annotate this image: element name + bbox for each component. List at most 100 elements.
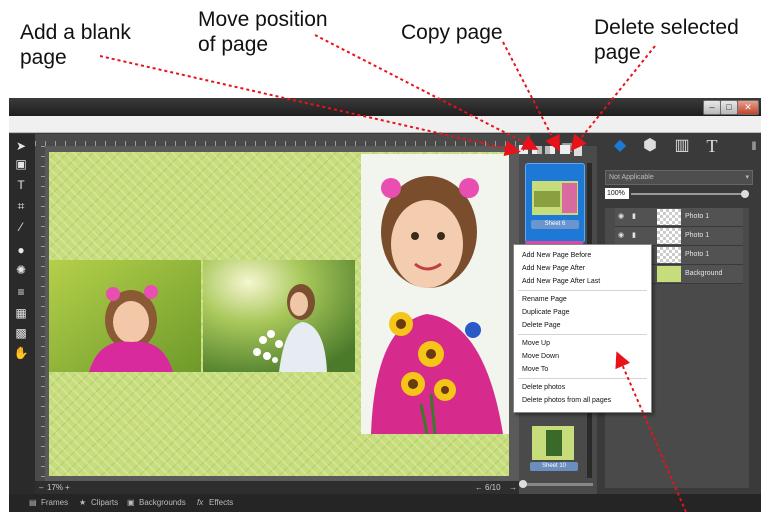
callout-delete-selected: Delete selected page — [594, 15, 739, 65]
person-tool-icon[interactable]: ● — [13, 242, 29, 258]
photo-girl-flowers[interactable] — [203, 260, 355, 372]
maximize-button[interactable]: □ — [720, 100, 738, 115]
layer-thumb — [657, 209, 681, 225]
menu-item-add-page-after[interactable]: Add New Page After — [522, 263, 585, 274]
menu-item-delete-photos-all-pages[interactable]: Delete photos from all pages — [522, 395, 611, 406]
callout-move-position-line2: of page — [198, 33, 269, 56]
add-blank-page-icon[interactable]: + — [519, 145, 528, 154]
brush-tool-icon[interactable]: ⁄ — [13, 219, 29, 235]
menu-separator — [518, 290, 647, 291]
layout-tool-icon[interactable]: ▦ — [13, 305, 29, 321]
callout-delete-selected-line1: Delete selected — [594, 16, 739, 39]
thumb-photo-mini — [562, 183, 577, 213]
crop-tool-icon[interactable]: ⌗ — [13, 198, 29, 214]
frames-icon: ▤ — [29, 498, 37, 507]
page-spread[interactable] — [49, 152, 509, 476]
page-thumb-label: Sheet 6 — [531, 220, 579, 229]
copy-page-icon[interactable] — [560, 145, 570, 154]
layer-row[interactable]: ◉ ▮ Photo 1 — [615, 208, 743, 227]
callout-add-blank-page: Add a blank page — [20, 20, 131, 70]
menu-bar — [9, 116, 761, 133]
text-tool-icon[interactable]: T — [13, 177, 29, 193]
blend-mode-value: Not Applicable — [609, 174, 654, 181]
callout-add-blank-page-line1: Add a blank — [20, 21, 131, 44]
canvas-area[interactable] — [45, 146, 524, 481]
menu-item-delete-photos[interactable]: Delete photos — [522, 382, 565, 393]
menu-item-duplicate-page[interactable]: Duplicate Page — [522, 307, 569, 318]
text-panel-icon[interactable]: T — [703, 137, 721, 155]
status-bar: ▤ Frames ★ Cliparts ▣ Backgrounds fx Eff… — [9, 494, 761, 512]
page-thumb[interactable]: Sheet 10 — [525, 416, 583, 474]
eye-icon[interactable]: ◉ — [618, 227, 624, 245]
blend-mode-dropdown[interactable]: Not Applicable ▾ — [605, 170, 753, 185]
hand-tool-icon[interactable]: ✋ — [13, 345, 29, 361]
zoom-minus-button[interactable]: – — [39, 481, 43, 494]
prev-page-arrow-icon[interactable]: ← — [475, 481, 483, 494]
ruler-vertical — [35, 146, 45, 486]
menu-separator — [518, 334, 647, 335]
star-icon: ★ — [79, 498, 87, 507]
lock-icon[interactable]: ▮ — [632, 227, 636, 245]
menu-item-move-up[interactable]: Move Up — [522, 338, 550, 349]
tab-effects[interactable]: Effects — [209, 494, 233, 512]
callout-add-blank-page-line2: page — [20, 46, 67, 69]
tab-frames[interactable]: Frames — [41, 494, 68, 512]
layer-name: Photo 1 — [685, 251, 710, 258]
minimize-button[interactable]: – — [703, 100, 721, 115]
page-thumb-image — [532, 426, 574, 460]
page-toolbar: + — [519, 143, 589, 156]
frame-tool-icon[interactable]: ▣ — [13, 156, 29, 172]
menu-item-move-down[interactable]: Move Down — [522, 351, 559, 362]
layer-name: Photo 1 — [685, 213, 710, 220]
close-button[interactable]: ✕ — [737, 100, 759, 115]
panel-collapse-icon[interactable]: ‖ — [745, 137, 761, 155]
adjustments-icon[interactable]: ▥ — [673, 137, 691, 155]
photo-girl-flowers-image — [203, 260, 355, 372]
thumb-photo-mini — [534, 191, 560, 207]
chevron-down-icon: ▾ — [745, 174, 749, 181]
grid-tool-icon[interactable]: ▩ — [13, 325, 29, 341]
opacity-slider[interactable] — [631, 190, 749, 198]
move-page-up-icon[interactable] — [532, 146, 542, 154]
eye-icon[interactable]: ◉ — [618, 208, 624, 226]
page-nav-indicator: 6/10 — [485, 483, 501, 492]
menu-item-delete-page[interactable]: Delete Page — [522, 320, 561, 331]
opacity-slider-handle[interactable] — [741, 190, 749, 198]
layer-thumb — [657, 228, 681, 244]
tools-sidebar: ➤ ▣ T ⌗ ⁄ ● ✺ ≡ ▦ ▩ ✋ — [9, 134, 35, 494]
layers-icon[interactable]: ◆ — [611, 137, 629, 155]
page-context-menu: Add New Page Before Add New Page After A… — [513, 244, 652, 413]
pages-zoom-handle[interactable] — [519, 480, 527, 488]
menu-item-move-to[interactable]: Move To — [522, 364, 548, 375]
delete-page-icon[interactable] — [574, 145, 582, 156]
next-page-arrow-icon[interactable]: → — [509, 481, 517, 494]
select-arrow-icon[interactable]: ➤ — [13, 138, 29, 154]
photo-girl-sunflowers[interactable] — [361, 154, 509, 434]
layer-name: Photo 1 — [685, 232, 710, 239]
opacity-field[interactable]: 100% — [605, 188, 629, 199]
list-tool-icon[interactable]: ≡ — [13, 284, 29, 300]
pages-zoom-slider[interactable] — [519, 480, 593, 488]
menu-item-add-page-before[interactable]: Add New Page Before — [522, 250, 591, 261]
thumb-photo-mini — [546, 430, 562, 456]
menu-item-add-page-after-last[interactable]: Add New Page After Last — [522, 276, 600, 287]
cube-icon[interactable]: ⬢ — [641, 137, 659, 155]
fx-icon: fx — [197, 498, 204, 507]
tab-backgrounds[interactable]: Backgrounds — [139, 494, 186, 512]
lock-icon[interactable]: ▮ — [632, 208, 636, 226]
page-thumb-image — [532, 181, 578, 215]
photo-girl-hugging[interactable] — [49, 260, 201, 372]
move-page-down-icon[interactable] — [545, 146, 555, 154]
tab-cliparts[interactable]: Cliparts — [91, 494, 118, 512]
callout-move-position-line1: Move position — [198, 8, 328, 31]
photo-girl-sunflowers-image — [361, 154, 509, 434]
canvas-bottom-bar: – 17% + ← 6/10 → — [35, 481, 535, 494]
callout-copy-page: Copy page — [401, 21, 503, 44]
page-thumb-selected[interactable]: Sheet 6 — [525, 163, 585, 243]
effects-tool-icon[interactable]: ✺ — [13, 262, 29, 278]
backgrounds-icon: ▣ — [127, 498, 135, 507]
title-bar: – □ ✕ — [9, 98, 761, 116]
menu-item-rename-page[interactable]: Rename Page — [522, 294, 567, 305]
page-thumb-label: Sheet 10 — [530, 462, 578, 471]
zoom-plus-button[interactable]: + — [65, 481, 70, 494]
